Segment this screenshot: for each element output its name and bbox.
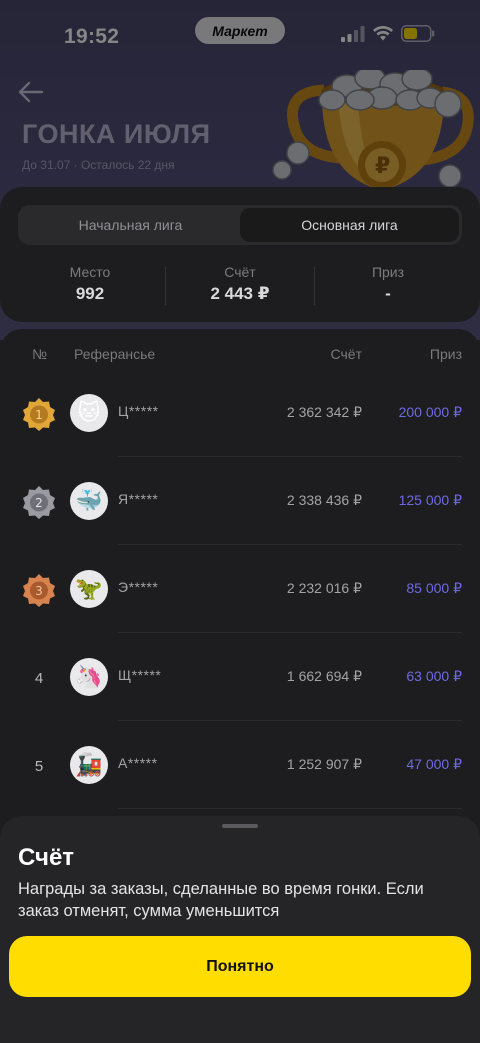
info-bottom-sheet: Счёт Награды за заказы, сделанные во вре… [0,816,480,1043]
referral-name: Щ***** [118,667,162,683]
referral-score: 2 362 342 ₽ [286,404,362,420]
table-row[interactable]: 2 🐳 Я***** 2 338 436 ₽ 125 000 ₽ [0,457,480,545]
referral-name: Э***** [118,579,159,595]
stat-value: - [385,284,391,303]
stat-value: 2 443 ₽ [210,284,270,303]
got-it-button[interactable]: Понятно [9,936,471,997]
tab-main-league[interactable]: Основная лига [240,208,459,242]
referral-name: Ц***** [118,403,159,419]
referral-score: 1 662 694 ₽ [286,668,362,684]
column-header-prize: Приз [429,346,462,362]
referral-score: 2 232 016 ₽ [286,580,362,596]
row-divider [118,808,462,809]
table-row[interactable]: 1 🐱 Ц***** 2 362 342 ₽ 200 000 ₽ [0,369,480,457]
referral-prize: 85 000 ₽ [406,580,462,596]
sheet-description: Награды за заказы, сделанные во время го… [18,880,424,920]
stat-label: Счёт [224,264,256,280]
trophy-illustration: ₽ [272,70,474,189]
table-row[interactable]: 4 🦄 Щ***** 1 662 694 ₽ 63 000 ₽ [0,633,480,721]
table-row[interactable]: 5 🚂 А***** 1 252 907 ₽ 47 000 ₽ [0,721,480,809]
back-arrow-icon[interactable] [18,80,44,104]
rank-number: 4 [34,669,44,687]
race-deadline: До 31.07 · Осталось 22 дня [22,158,175,172]
sheet-drag-handle[interactable] [222,824,258,828]
stat-place: Место 992 [16,264,164,304]
referral-name: Я***** [118,491,159,507]
tab-beginner-league[interactable]: Начальная лига [21,208,240,242]
app-pill: Маркет [195,17,285,44]
rank-number: 2 [35,496,43,510]
svg-text:₽: ₽ [375,154,390,179]
status-bar: 19:52 Маркет [0,14,480,56]
referral-prize: 47 000 ₽ [406,756,462,772]
referral-prize: 125 000 ₽ [398,492,462,508]
league-card: Начальная лига Основная лига Место 992 С… [0,187,480,322]
sheet-title: Счёт [18,844,75,871]
table-row[interactable]: 3 🦖 Э***** 2 232 016 ₽ 85 000 ₽ [0,545,480,633]
league-tabs: Начальная лига Основная лига [18,205,462,245]
train-icon: 🚂 [70,746,108,784]
battery-icon [401,25,435,42]
dinosaur-icon: 🦖 [70,570,108,608]
stat-label: Место [69,264,111,280]
referral-score: 2 338 436 ₽ [286,492,362,508]
column-header-rank: № [32,346,48,362]
page: 19:52 Маркет ГОНКА ИЮЛЯ До 31.07 · Остал… [0,0,480,1043]
rank-number: 5 [34,757,44,775]
silver-medal-icon: 2 [22,485,56,519]
referral-score: 1 252 907 ₽ [286,756,362,772]
referral-name: А***** [118,755,158,771]
bronze-medal-icon: 3 [22,573,56,607]
rank-number: 1 [35,408,43,422]
referral-prize: 63 000 ₽ [406,668,462,684]
column-header-score: Счёт [330,346,362,362]
page-title: ГОНКА ИЮЛЯ [22,119,211,149]
stat-score: Счёт 2 443 ₽ [166,264,314,304]
referral-prize: 200 000 ₽ [398,404,462,420]
column-header-referral: Реферансье [74,346,156,362]
cat-icon: 🐱 [70,394,108,432]
gold-medal-icon: 1 [22,397,56,431]
unicorn-icon: 🦄 [70,658,108,696]
stat-prize: Приз - [314,264,462,304]
stat-value: 992 [75,284,105,303]
wifi-icon [373,26,393,41]
signal-icon [341,26,365,42]
stat-label: Приз [371,264,405,280]
status-time: 19:52 [64,25,120,48]
rank-number: 3 [35,584,43,598]
whale-icon: 🐳 [70,482,108,520]
